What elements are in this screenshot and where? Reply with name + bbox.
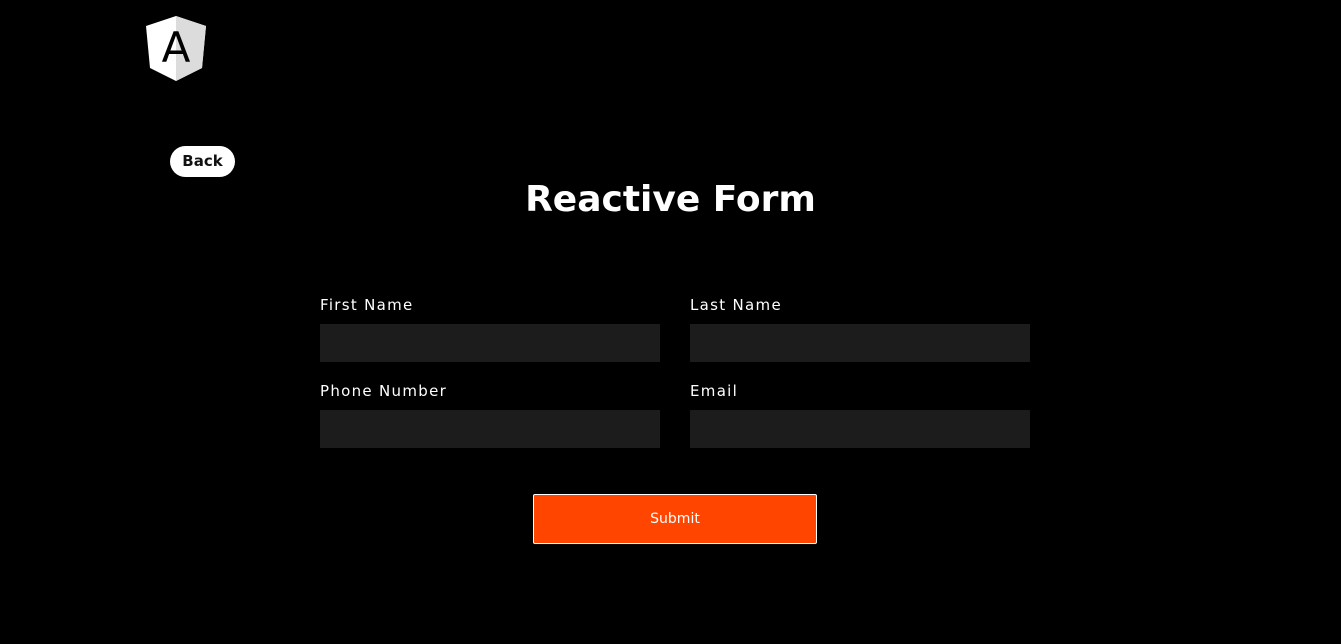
- email-input[interactable]: [690, 410, 1030, 448]
- logo-letter: A: [162, 23, 191, 72]
- last-name-input[interactable]: [690, 324, 1030, 362]
- first-name-label: First Name: [320, 296, 414, 314]
- page-title: Reactive Form: [525, 179, 816, 220]
- phone-number-input[interactable]: [320, 410, 660, 448]
- back-button[interactable]: Back: [170, 146, 235, 177]
- angular-logo-icon: A: [146, 16, 206, 81]
- submit-button[interactable]: Submit: [533, 494, 817, 544]
- first-name-input[interactable]: [320, 324, 660, 362]
- last-name-label: Last Name: [690, 296, 782, 314]
- phone-number-label: Phone Number: [320, 382, 448, 400]
- email-label: Email: [690, 382, 739, 400]
- reactive-form-page: A Back Reactive Form First Name Last Nam…: [0, 0, 1341, 644]
